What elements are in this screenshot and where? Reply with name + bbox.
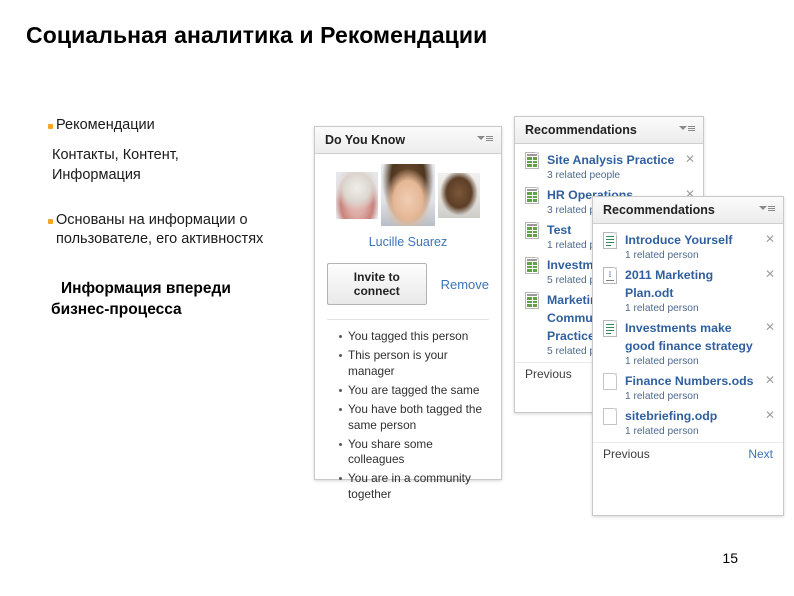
chevron-down-list-icon[interactable] (477, 134, 493, 146)
previous-link[interactable]: Previous (603, 447, 650, 461)
do-you-know-widget: Do You Know Lucille Suarez Invite to con… (314, 126, 502, 501)
bullet-dot-icon (48, 218, 53, 224)
bullet-item-1: Рекомендации (48, 116, 268, 135)
next-link[interactable]: Next (748, 447, 773, 461)
previous-link[interactable]: Previous (525, 367, 572, 381)
recommendations-front-title: Recommendations (603, 203, 715, 217)
text-document-icon (603, 232, 618, 249)
do-you-know-header: Do You Know (315, 127, 501, 154)
list-item[interactable]: sitebriefing.odp 1 related person ✕ (593, 407, 783, 437)
close-icon[interactable]: ✕ (764, 321, 776, 333)
bullet-item-1-label: Рекомендации (56, 117, 155, 133)
recommendation-name[interactable]: Investments make good finance strategy (625, 321, 753, 353)
blank-page-icon (603, 408, 618, 425)
remove-link[interactable]: Remove (441, 277, 489, 292)
connection-reason-list: You tagged this person This person is yo… (327, 329, 489, 503)
list-item: This person is your manager (339, 348, 489, 380)
avatar[interactable] (381, 164, 435, 226)
person-name-link[interactable]: Lucille Suarez (327, 235, 489, 249)
recommendations-front-list: Introduce Yourself 1 related person ✕ I … (593, 224, 783, 468)
divider (327, 319, 489, 320)
spreadsheet-icon (525, 152, 540, 169)
invite-to-connect-button[interactable]: Invite to connect (327, 263, 427, 305)
recommendations-back-header: Recommendations (515, 117, 703, 144)
recommendation-name[interactable]: sitebriefing.odp (625, 409, 717, 423)
list-item: You are in a community together (339, 471, 489, 503)
list-item: You are tagged the same (339, 383, 489, 399)
list-item[interactable]: Investments make good finance strategy 1… (593, 319, 783, 367)
bullet-item-2: Основаны на информации о пользователе, е… (48, 211, 268, 250)
text-document-icon (603, 320, 618, 337)
avatar[interactable] (438, 172, 480, 218)
emphasis-line-2: бизнес-процесса (51, 300, 182, 318)
odt-document-icon: I (603, 267, 618, 284)
list-item: You share some colleagues (339, 437, 489, 469)
list-item: You tagged this person (339, 329, 489, 345)
recommendation-name[interactable]: Introduce Yourself (625, 233, 733, 247)
page-number: 15 (722, 550, 738, 566)
list-item[interactable]: Finance Numbers.ods 1 related person ✕ (593, 372, 783, 402)
list-item[interactable]: Site Analysis Practice 3 related people … (515, 151, 703, 181)
recommendation-meta: 1 related person (625, 250, 699, 261)
spreadsheet-icon (525, 257, 540, 274)
recommendation-meta: 1 related person (625, 303, 699, 314)
list-item[interactable]: I 2011 Marketing Plan.odt 1 related pers… (593, 266, 783, 314)
blank-page-icon (603, 373, 618, 390)
emphasis-text: Информация впереди бизнес-процесса (51, 279, 268, 319)
emphasis-line-1: Информация впереди (61, 280, 231, 298)
bullet-column: Рекомендации Контакты, Контент, Информац… (48, 116, 268, 320)
recommendation-name[interactable]: Finance Numbers.ods (625, 374, 753, 388)
recommendation-name[interactable]: Site Analysis Practice (547, 153, 674, 167)
do-you-know-title: Do You Know (325, 133, 406, 147)
close-icon[interactable]: ✕ (684, 153, 696, 165)
list-item[interactable]: Introduce Yourself 1 related person ✕ (593, 231, 783, 261)
close-icon[interactable]: ✕ (764, 374, 776, 386)
close-icon[interactable]: ✕ (764, 233, 776, 245)
close-icon[interactable]: ✕ (764, 268, 776, 280)
recommendation-name[interactable]: 2011 Marketing Plan.odt (625, 268, 713, 300)
recommendation-name[interactable]: Test (547, 223, 571, 237)
bullet-item-1-sub: Контакты, Контент, Информация (52, 147, 179, 183)
recommendations-front-footer: Previous Next (593, 442, 783, 468)
chevron-down-list-icon[interactable] (759, 204, 775, 216)
close-icon[interactable]: ✕ (764, 409, 776, 421)
recommendation-meta: 1 related person (625, 426, 699, 437)
page-title: Социальная аналитика и Рекомендации (26, 22, 488, 48)
chevron-down-list-icon[interactable] (679, 124, 695, 136)
bullet-dot-icon (48, 124, 53, 129)
spreadsheet-icon (525, 222, 540, 239)
bullet-item-2-label: Основаны на информации о пользователе, е… (56, 211, 264, 248)
recommendations-back-title: Recommendations (525, 123, 637, 137)
recommendation-meta: 1 related person (625, 391, 699, 402)
avatar[interactable] (336, 171, 378, 219)
spreadsheet-icon (525, 292, 540, 309)
recommendations-front-header: Recommendations (593, 197, 783, 224)
list-item: You have both tagged the same person (339, 402, 489, 434)
recommendation-meta: 3 related people (547, 170, 621, 181)
suggested-people-avatars (327, 164, 489, 226)
spreadsheet-icon (525, 187, 540, 204)
recommendations-widget-front: Recommendations Introduce Yourself 1 rel… (592, 196, 784, 516)
recommendation-meta: 1 related person (625, 356, 699, 367)
